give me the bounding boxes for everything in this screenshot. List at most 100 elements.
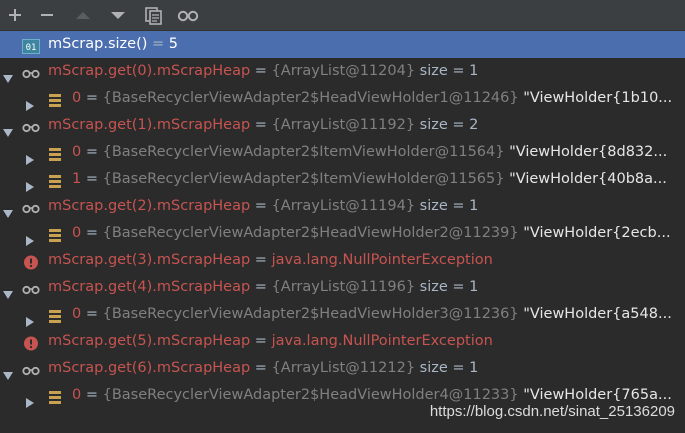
tree-row-element[interactable]: 1 = {BaseRecyclerViewAdapter2$ItemViewHo…: [0, 166, 685, 193]
string-value: "ViewHolder{a548...: [518, 306, 672, 322]
watch-glasses-icon: [22, 118, 40, 133]
element-index: 0: [72, 144, 82, 160]
equals-sign: =: [81, 387, 103, 403]
variable-name: mScrap.get(6).mScrapHeap: [48, 360, 251, 376]
variable-name: mScrap.get(3).mScrapHeap: [48, 252, 251, 268]
array-element-icon: [47, 388, 65, 404]
collapse-arrow-icon[interactable]: [2, 67, 14, 83]
equals-sign: =: [81, 90, 103, 106]
object-reference: {ArrayList@11196}: [271, 279, 416, 295]
variables-tree: 01 mScrap.size() = 5 mScrap.get(0).mScra…: [0, 31, 685, 409]
error-icon: [22, 253, 40, 270]
tree-row-text: mScrap.size() = 5: [48, 31, 178, 58]
element-index: 0: [72, 306, 82, 322]
move-down-icon[interactable]: [106, 3, 130, 27]
equals-sign: =: [250, 252, 272, 268]
size-label: size = 1: [415, 198, 479, 214]
element-index: 0: [72, 90, 82, 106]
tree-row-element[interactable]: 0 = {BaseRecyclerViewAdapter2$HeadViewHo…: [0, 85, 685, 112]
string-value: "ViewHolder{765a...: [518, 387, 672, 403]
move-up-icon[interactable]: [71, 3, 95, 27]
exception-text: java.lang.NullPointerException: [271, 333, 493, 349]
watch-glasses-icon: [22, 199, 40, 214]
error-icon: [22, 334, 40, 351]
tree-row-error[interactable]: mScrap.get(5).mScrapHeap = java.lang.Nul…: [0, 328, 685, 355]
expand-arrow-icon[interactable]: [24, 175, 36, 192]
collapse-arrow-icon[interactable]: [2, 202, 14, 218]
tree-row-text: 0 = {BaseRecyclerViewAdapter2$ItemViewHo…: [72, 139, 667, 166]
variable-name: mScrap.size(): [48, 36, 148, 52]
variable-name: mScrap.get(0).mScrapHeap: [48, 63, 251, 79]
expand-arrow-icon[interactable]: [24, 391, 36, 408]
add-icon[interactable]: [3, 3, 27, 27]
watch-glasses-icon: [22, 280, 40, 295]
equals-sign: =: [250, 63, 272, 79]
equals-sign: =: [250, 360, 272, 376]
expand-arrow-icon[interactable]: [24, 310, 36, 327]
string-value: "ViewHolder{2ecb...: [518, 225, 671, 241]
tree-row-element[interactable]: 0 = {BaseRecyclerViewAdapter2$HeadViewHo…: [0, 301, 685, 328]
equals-sign: =: [250, 117, 272, 133]
tree-row-text: mScrap.get(0).mScrapHeap = {ArrayList@11…: [48, 58, 478, 85]
primitive-value-icon: 01: [22, 37, 40, 54]
object-reference: {BaseRecyclerViewAdapter2$HeadViewHolder…: [102, 306, 519, 322]
equals-sign: =: [81, 144, 103, 160]
debugger-toolbar: [0, 0, 685, 31]
equals-sign: =: [250, 333, 272, 349]
equals-sign: =: [81, 225, 103, 241]
array-element-icon: [47, 91, 65, 107]
expand-arrow-icon[interactable]: [24, 148, 36, 165]
tree-row-heap[interactable]: mScrap.get(2).mScrapHeap = {ArrayList@11…: [0, 193, 685, 220]
tree-row-element[interactable]: 0 = {BaseRecyclerViewAdapter2$ItemViewHo…: [0, 139, 685, 166]
watch-glasses-icon[interactable]: [176, 3, 200, 27]
remove-icon[interactable]: [35, 3, 59, 27]
tree-row-element[interactable]: 0 = {BaseRecyclerViewAdapter2$HeadViewHo…: [0, 220, 685, 247]
equals-sign: =: [81, 171, 103, 187]
array-element-icon: [47, 226, 65, 242]
element-index: 0: [72, 387, 82, 403]
array-element-icon: [47, 307, 65, 323]
collapse-arrow-icon[interactable]: [2, 283, 14, 299]
expand-arrow-icon[interactable]: [24, 94, 36, 111]
collapse-arrow-icon[interactable]: [2, 121, 14, 137]
tree-row-text: mScrap.get(3).mScrapHeap = java.lang.Nul…: [48, 247, 493, 274]
copy-icon[interactable]: [141, 3, 165, 27]
expand-arrow-icon[interactable]: [24, 229, 36, 246]
element-index: 1: [72, 171, 82, 187]
tree-row-size[interactable]: 01 mScrap.size() = 5: [0, 31, 685, 58]
tree-row-error[interactable]: mScrap.get(3).mScrapHeap = java.lang.Nul…: [0, 247, 685, 274]
tree-row-text: mScrap.get(5).mScrapHeap = java.lang.Nul…: [48, 328, 493, 355]
object-reference: {ArrayList@11212}: [271, 360, 416, 376]
tree-row-text: 0 = {BaseRecyclerViewAdapter2$HeadViewHo…: [72, 301, 672, 328]
object-reference: {BaseRecyclerViewAdapter2$ItemViewHolder…: [102, 171, 505, 187]
string-value: "ViewHolder{1b10...: [518, 90, 673, 106]
variable-name: mScrap.get(5).mScrapHeap: [48, 333, 251, 349]
collapse-arrow-icon[interactable]: [2, 364, 14, 380]
array-element-icon: [47, 172, 65, 188]
size-label: size = 1: [415, 360, 479, 376]
watch-glasses-icon: [22, 64, 40, 79]
object-reference: {BaseRecyclerViewAdapter2$HeadViewHolder…: [102, 90, 519, 106]
variable-name: mScrap.get(1).mScrapHeap: [48, 117, 251, 133]
variable-name: mScrap.get(4).mScrapHeap: [48, 279, 251, 295]
tree-row-text: 1 = {BaseRecyclerViewAdapter2$ItemViewHo…: [72, 166, 667, 193]
tree-row-text: mScrap.get(4).mScrapHeap = {ArrayList@11…: [48, 274, 478, 301]
string-value: "ViewHolder{40b8a...: [504, 171, 667, 187]
tree-row-text: mScrap.get(1).mScrapHeap = {ArrayList@11…: [48, 112, 478, 139]
object-reference: {ArrayList@11192}: [271, 117, 416, 133]
size-label: size = 2: [415, 117, 479, 133]
exception-text: java.lang.NullPointerException: [271, 252, 493, 268]
equals-sign: =: [250, 198, 272, 214]
tree-row-heap[interactable]: mScrap.get(0).mScrapHeap = {ArrayList@11…: [0, 58, 685, 85]
object-reference: {ArrayList@11204}: [271, 63, 416, 79]
watch-glasses-icon: [22, 361, 40, 376]
tree-row-heap[interactable]: mScrap.get(6).mScrapHeap = {ArrayList@11…: [0, 355, 685, 382]
array-element-icon: [47, 145, 65, 161]
tree-row-heap[interactable]: mScrap.get(4).mScrapHeap = {ArrayList@11…: [0, 274, 685, 301]
tree-row-heap[interactable]: mScrap.get(1).mScrapHeap = {ArrayList@11…: [0, 112, 685, 139]
element-index: 0: [72, 225, 82, 241]
equals-sign: =: [147, 36, 169, 52]
object-reference: {BaseRecyclerViewAdapter2$ItemViewHolder…: [102, 144, 505, 160]
object-reference: {BaseRecyclerViewAdapter2$HeadViewHolder…: [102, 387, 519, 403]
equals-sign: =: [250, 279, 272, 295]
